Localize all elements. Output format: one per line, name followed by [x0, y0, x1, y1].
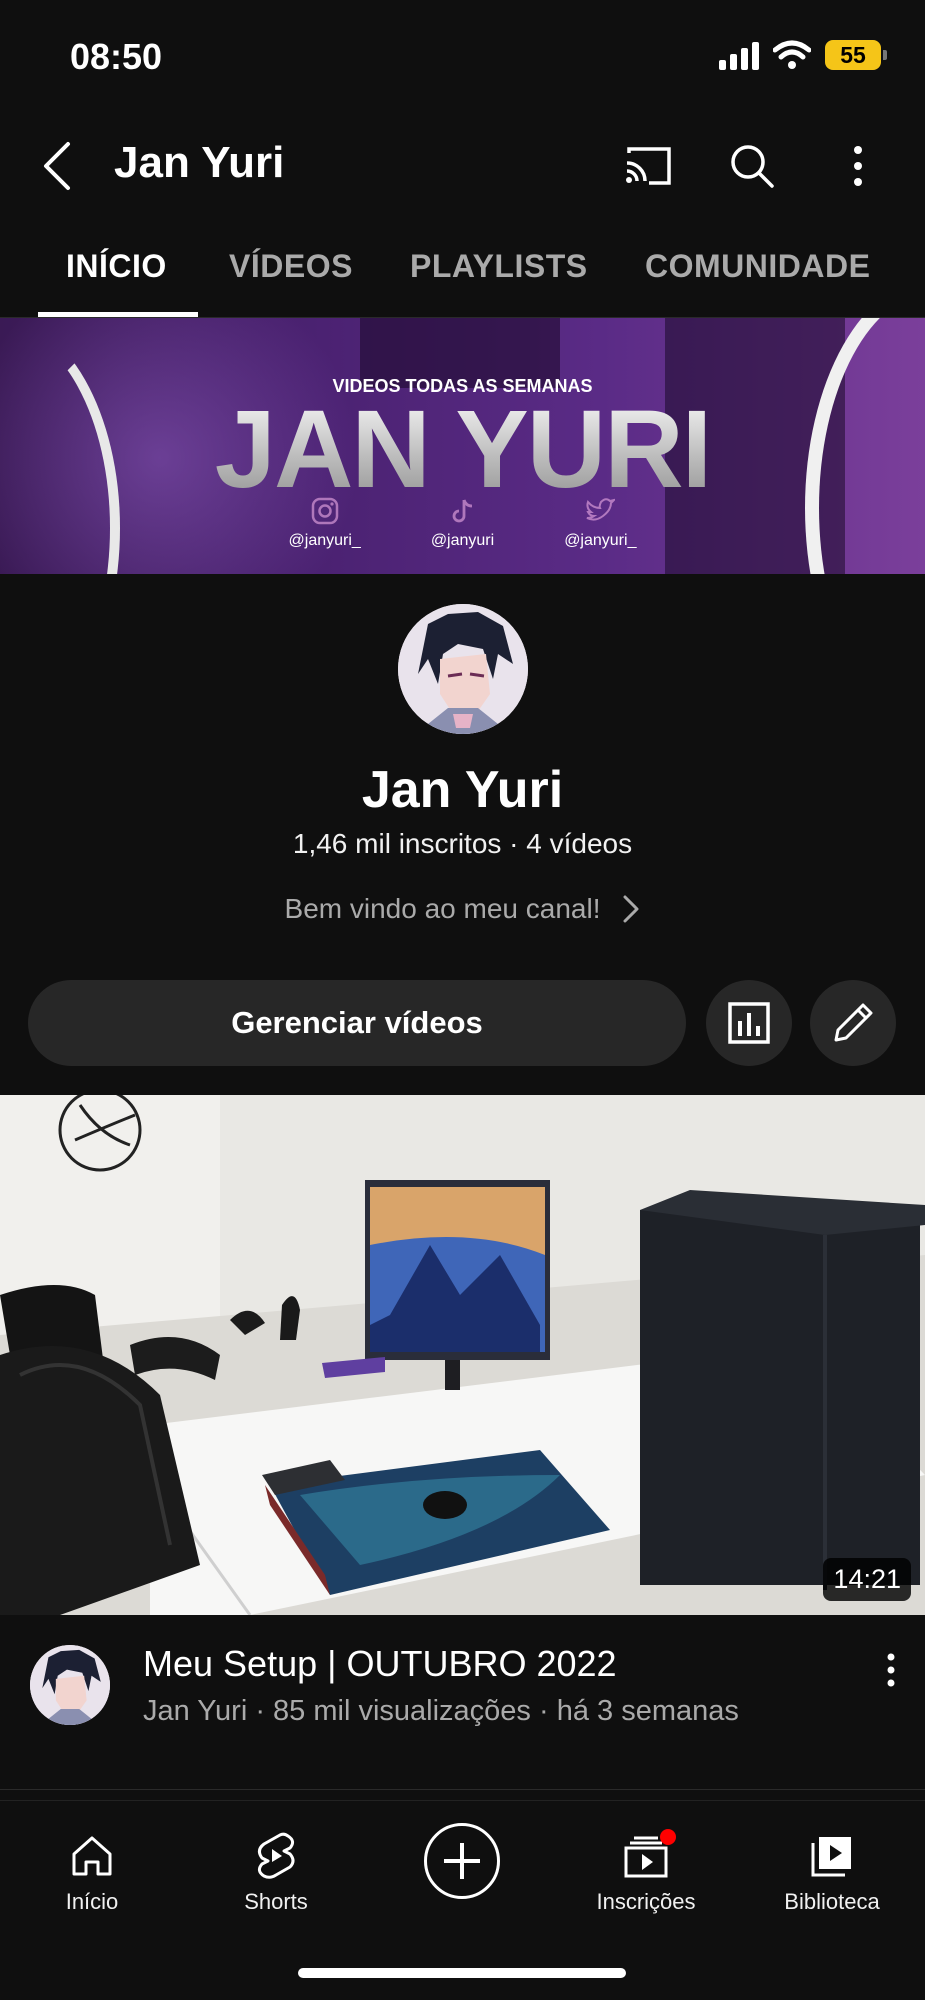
twitter-icon: [585, 496, 616, 526]
nav-home-label: Início: [65, 1889, 119, 1914]
video-metadata: Jan Yuri · 85 mil visualizações · há 3 s…: [143, 1695, 739, 1727]
banner-title: JAN YURI: [0, 386, 925, 513]
tab-videos[interactable]: VÍDEOS: [229, 248, 353, 285]
thumbnail-image: [0, 1095, 925, 1615]
more-vertical-icon: [887, 1653, 895, 1687]
wifi-icon: [773, 40, 811, 69]
video-thumbnail[interactable]: 14:21: [0, 1095, 925, 1615]
banner-social-twitter: @janyuri_: [564, 496, 636, 550]
library-icon: [809, 1829, 855, 1883]
notification-dot: [660, 1829, 676, 1845]
active-tab-indicator: [38, 312, 198, 317]
create-button[interactable]: [424, 1823, 500, 1899]
battery-indicator: 55: [825, 40, 887, 70]
manage-videos-button[interactable]: Gerenciar vídeos: [28, 980, 686, 1066]
video-channel-avatar[interactable]: [30, 1645, 110, 1725]
status-bar: 08:50 55: [0, 0, 925, 110]
avatar-image: [30, 1645, 110, 1725]
avatar-image: [398, 604, 528, 734]
channel-stats: 1,46 mil inscritos · 4 vídeos: [292, 828, 633, 859]
twitter-handle: @janyuri_: [564, 532, 637, 549]
channel-description-link[interactable]: Bem vindo ao meu canal!: [0, 893, 925, 925]
video-duration: 14:21: [823, 1558, 911, 1601]
video-title[interactable]: Meu Setup | OUTUBRO 2022: [143, 1643, 617, 1685]
back-button[interactable]: [32, 138, 82, 194]
search-button[interactable]: [724, 138, 780, 194]
tab-inicio[interactable]: INÍCIO: [66, 248, 167, 285]
tiktok-icon: [448, 496, 478, 526]
nav-subscriptions-label: Inscrições: [596, 1889, 696, 1914]
channel-avatar[interactable]: [398, 604, 528, 734]
chevron-right-icon: [623, 895, 639, 923]
nav-shorts[interactable]: Shorts: [206, 1829, 346, 1915]
instagram-icon: [310, 496, 340, 526]
app-header: Jan Yuri: [0, 120, 925, 210]
subscriptions-icon: [622, 1829, 676, 1883]
instagram-handle: @janyuri_: [288, 532, 361, 549]
nav-shorts-label: Shorts: [244, 1889, 308, 1914]
status-indicators: 55: [719, 40, 887, 70]
channel-description: Bem vindo ao meu canal!: [284, 893, 601, 924]
edit-channel-button[interactable]: [810, 980, 896, 1066]
banner-socials: @janyuri_ @janyuri @janyuri_: [0, 496, 925, 550]
channel-name: Jan Yuri: [361, 761, 564, 819]
video-options-button[interactable]: [871, 1645, 911, 1695]
home-icon: [70, 1829, 114, 1883]
channel-tabs: INÍCIO VÍDEOS PLAYLISTS COMUNIDADE: [0, 230, 925, 318]
plus-icon: [444, 1843, 480, 1879]
channel-banner: VIDEOS TODAS AS SEMANAS JAN YURI @janyur…: [0, 318, 925, 574]
tiktok-handle: @janyuri: [430, 532, 495, 549]
nav-subscriptions[interactable]: Inscrições: [576, 1829, 716, 1915]
nav-library-label: Biblioteca: [784, 1889, 880, 1914]
analytics-icon: [728, 1002, 770, 1044]
banner-social-tiktok: @janyuri: [431, 496, 494, 550]
tab-playlists[interactable]: PLAYLISTS: [410, 248, 588, 285]
cast-button[interactable]: [620, 138, 676, 194]
tab-comunidade[interactable]: COMUNIDADE: [645, 248, 870, 285]
more-options-button[interactable]: [830, 138, 886, 194]
back-arrow-icon: [44, 142, 70, 190]
home-indicator: [298, 1968, 626, 1978]
pencil-icon: [834, 1003, 873, 1042]
nav-library[interactable]: Biblioteca: [762, 1829, 902, 1915]
nav-home[interactable]: Início: [22, 1829, 162, 1915]
cellular-signal-icon: [719, 40, 759, 70]
analytics-button[interactable]: [706, 980, 792, 1066]
shorts-icon: [254, 1829, 298, 1883]
cast-icon: [626, 147, 671, 185]
more-vertical-icon: [854, 146, 862, 186]
status-time: 08:50: [70, 36, 163, 77]
page-title: Jan Yuri: [114, 138, 285, 187]
search-icon: [731, 145, 774, 188]
banner-social-instagram: @janyuri_: [289, 496, 361, 550]
video-item[interactable]: Meu Setup | OUTUBRO 2022 Jan Yuri · 85 m…: [0, 1615, 925, 1790]
